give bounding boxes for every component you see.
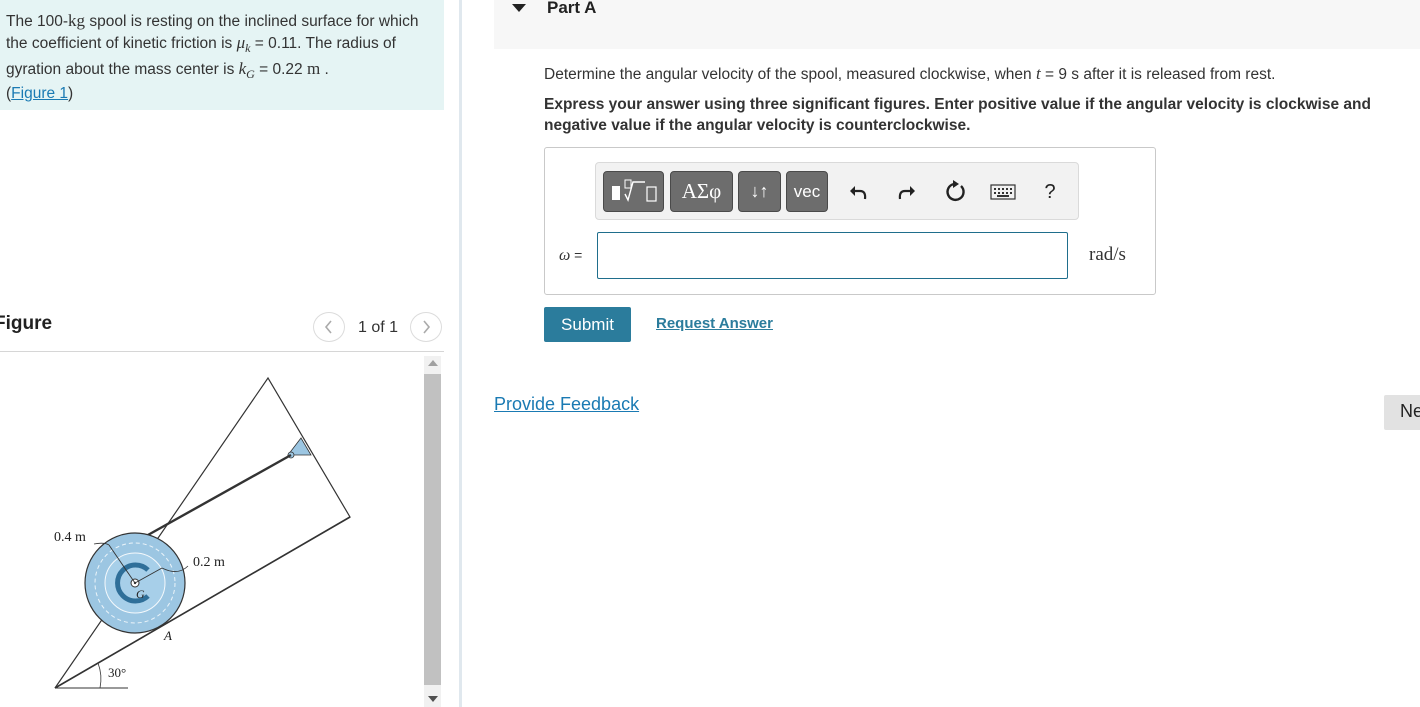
keyboard-icon [990,184,1016,200]
redo-icon [898,186,915,200]
question-part: Determine the angular velocity of the sp… [544,66,1036,83]
question-part: = 9 s after it is released from rest. [1040,66,1276,83]
spool-figure: 0.4 m 0.2 m G A 30° [54,376,351,689]
chevron-left-icon [324,320,332,334]
center-label: G [136,587,145,601]
math-toolbar: ΑΣφ ↓↑ vec ? [595,162,1079,220]
equals-sign: = [570,247,583,263]
request-answer-link[interactable]: Request Answer [656,315,773,332]
previous-figure-button[interactable] [313,312,345,342]
incline-surface [54,376,351,689]
reset-button[interactable] [938,175,972,209]
contact-label: A [163,628,172,643]
figure-header: Figure 1 of 1 [0,306,444,352]
scroll-down-arrow-icon[interactable] [428,696,438,702]
subscript-superscript-button[interactable]: ↓↑ [738,171,781,212]
inner-radius-label: 0.2 m [193,555,225,570]
mu-symbol: μ [236,32,246,52]
k-unit: m [306,58,321,78]
answer-box: ΑΣφ ↓↑ vec ? ω = rad/s [544,147,1156,295]
answer-input[interactable] [597,232,1068,279]
undo-icon [850,186,867,200]
figure-link[interactable]: Figure 1 [11,85,68,102]
figure-scrollbar-thumb[interactable] [424,374,441,685]
mass-unit: kg [68,11,86,30]
scroll-up-arrow-icon[interactable] [428,360,438,366]
undo-button[interactable] [841,175,875,209]
provide-feedback-link[interactable]: Provide Feedback [494,394,639,415]
problem-text: The 100- [6,13,69,30]
help-button[interactable]: ? [1033,175,1067,209]
k-subscript: G [246,66,255,81]
greek-symbols-button[interactable]: ΑΣφ [670,171,733,212]
next-figure-button[interactable] [410,312,442,342]
k-value: = 0.22 [254,60,307,78]
chevron-right-icon [423,320,431,334]
problem-statement: The 100-kg spool is resting on the incli… [0,0,444,110]
templates-icon [611,179,657,202]
period: . [320,60,329,78]
figure-title: Figure [0,313,53,334]
collapse-caret-icon[interactable] [512,4,526,12]
part-header[interactable]: Part A [494,0,1420,49]
next-button[interactable]: Ne [1384,395,1420,430]
panel-divider[interactable] [459,0,462,707]
reset-icon [946,180,965,201]
answer-instructions: Express your answer using three signific… [544,96,1371,134]
question-text: Determine the angular velocity of the sp… [544,64,1275,84]
answer-variable-label: ω = [559,247,582,265]
figure-link-paren: ) [68,85,74,103]
submit-button[interactable]: Submit [544,307,631,342]
units-label: rad/s [1089,244,1126,265]
omega-symbol: ω [559,247,571,264]
part-title: Part A [547,0,597,17]
redo-button[interactable] [890,175,924,209]
angle-label: 30° [108,665,126,680]
outer-radius-label: 0.4 m [54,530,86,545]
figure-pager: 1 of 1 [358,319,399,336]
vector-button[interactable]: vec [786,171,828,212]
templates-button[interactable] [603,171,664,212]
keyboard-button[interactable] [986,175,1020,209]
